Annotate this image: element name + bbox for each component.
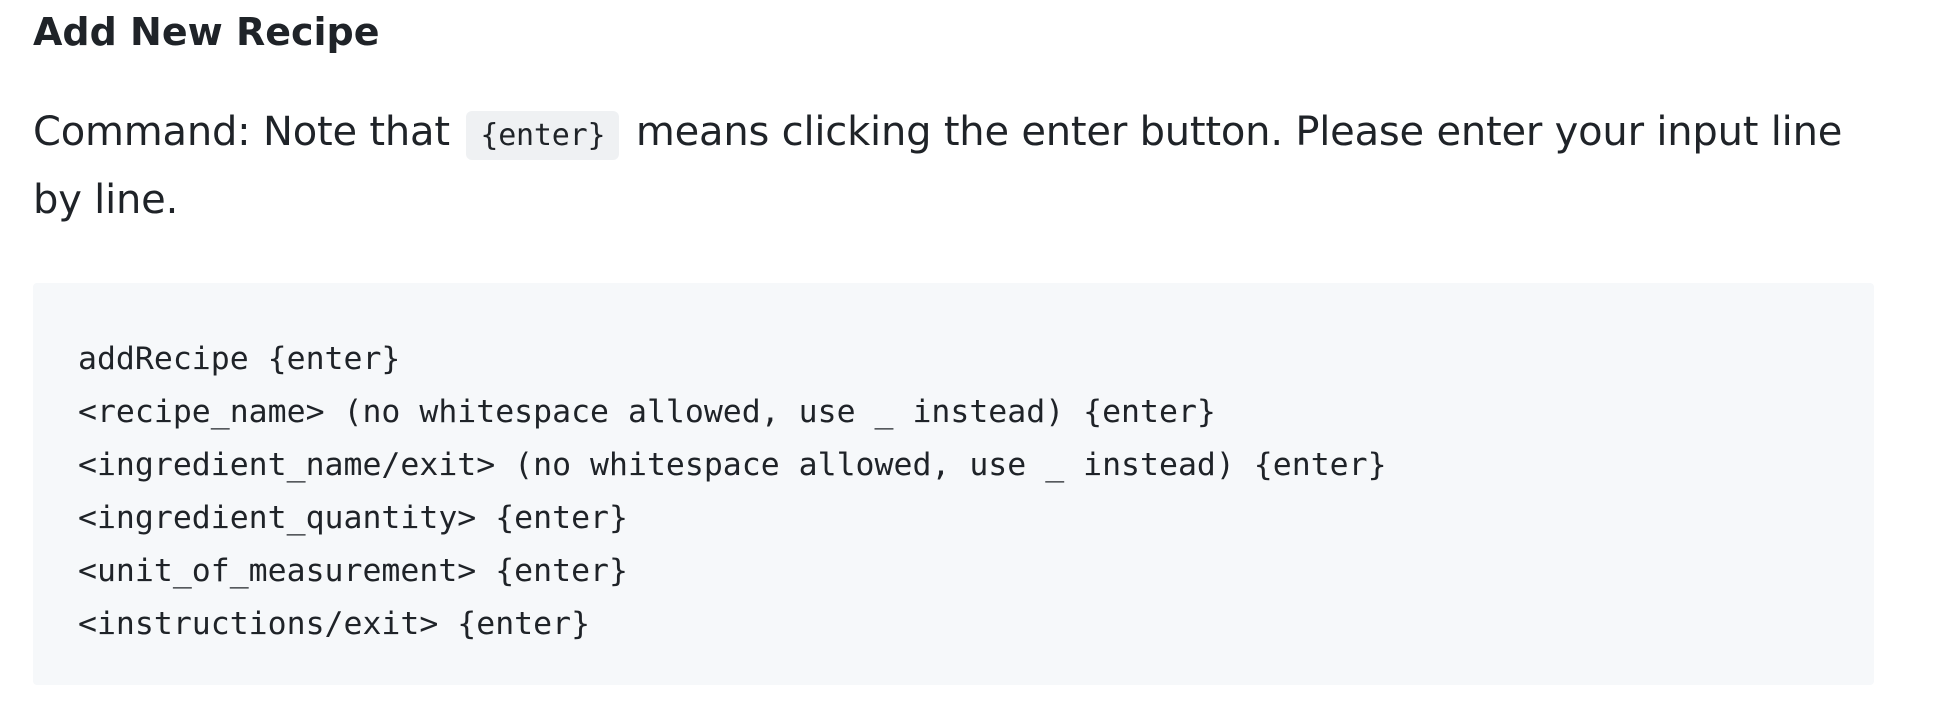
code-line: addRecipe {enter}	[78, 341, 401, 377]
description-text-before: Command: Note that	[33, 109, 450, 155]
command-description: Command: Note that {enter} means clickin…	[33, 100, 1873, 232]
code-line: <recipe_name> (no whitespace allowed, us…	[78, 394, 1216, 430]
code-line: <unit_of_measurement> {enter}	[78, 553, 628, 589]
code-line: <ingredient_quantity> {enter}	[78, 500, 628, 536]
code-line: <instructions/exit> {enter}	[78, 606, 591, 642]
code-block: addRecipe {enter} <recipe_name> (no white…	[33, 283, 1874, 685]
code-line: <ingredient_name/exit> (no whitespace al…	[78, 447, 1387, 483]
section-heading: Add New Recipe	[33, 10, 380, 54]
inline-code-enter: {enter}	[466, 111, 620, 160]
